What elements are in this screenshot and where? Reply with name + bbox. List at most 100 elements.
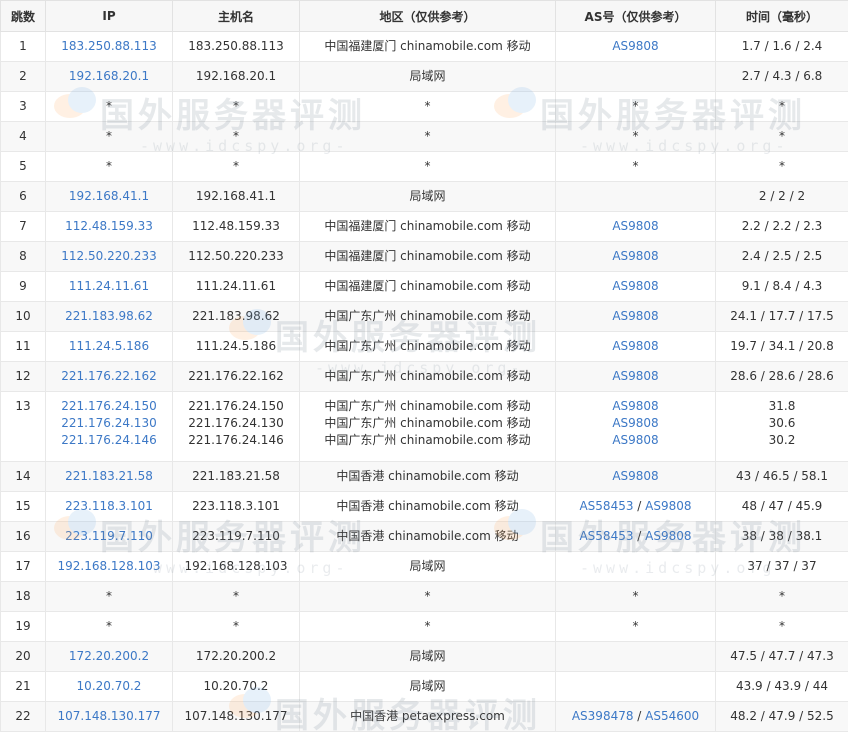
ip-link[interactable]: 111.24.11.61 xyxy=(69,279,149,293)
ip-cell: * xyxy=(46,582,173,612)
region-text: 局域网 xyxy=(409,559,445,573)
region-cell: 中国广东广州 chinamobile.com 移动 xyxy=(300,302,556,332)
ip-unknown: * xyxy=(106,99,112,113)
ip-link[interactable]: 221.176.24.146 xyxy=(46,432,172,449)
ip-link[interactable]: 221.176.22.162 xyxy=(61,369,156,383)
table-row: 20172.20.200.2172.20.200.2局域网47.5 / 47.7… xyxy=(1,642,848,672)
latency-value: 24.1 / 17.7 / 17.5 xyxy=(730,309,834,323)
hostname: * xyxy=(233,129,239,143)
region-text: 中国广东广州 chinamobile.com 移动 xyxy=(300,415,555,432)
ip-link[interactable]: 221.183.98.62 xyxy=(65,309,153,323)
ip-link[interactable]: 10.20.70.2 xyxy=(77,679,142,693)
host-cell: 111.24.5.186 xyxy=(173,332,300,362)
ip-cell[interactable]: 107.148.130.177 xyxy=(46,702,173,732)
as-link[interactable]: AS9808 xyxy=(645,499,691,513)
ip-link[interactable]: 172.20.200.2 xyxy=(69,649,149,663)
as-link[interactable]: AS9808 xyxy=(645,529,691,543)
as-link[interactable]: AS9808 xyxy=(556,432,715,449)
ip-cell[interactable]: 172.20.200.2 xyxy=(46,642,173,672)
ip-link[interactable]: 107.148.130.177 xyxy=(57,709,160,723)
ip-cell[interactable]: 10.20.70.2 xyxy=(46,672,173,702)
ip-link[interactable]: 112.48.159.33 xyxy=(65,219,153,233)
as-cell: AS9808 xyxy=(556,242,716,272)
ip-link[interactable]: 221.176.24.150 xyxy=(46,398,172,415)
as-link[interactable]: AS9808 xyxy=(612,39,658,53)
as-link[interactable]: AS58453 xyxy=(579,499,633,513)
hop-cell: 8 xyxy=(1,242,46,272)
ip-cell: * xyxy=(46,92,173,122)
hostname: 112.48.159.33 xyxy=(192,219,280,233)
ip-link[interactable]: 223.119.7.110 xyxy=(65,529,153,543)
as-link[interactable]: AS9808 xyxy=(556,415,715,432)
ip-link[interactable]: 192.168.20.1 xyxy=(69,69,149,83)
hop-cell: 5 xyxy=(1,152,46,182)
region-cell: 中国香港 chinamobile.com 移动 xyxy=(300,492,556,522)
ip-link[interactable]: 223.118.3.101 xyxy=(65,499,153,513)
time-cell: 9.1 / 8.4 / 4.3 xyxy=(716,272,848,302)
as-cell: AS9808 xyxy=(556,32,716,62)
time-cell: * xyxy=(716,122,848,152)
table-row: 7 112.48.159.33 112.48.159.33 中国福建厦门 chinam… xyxy=(1,212,848,242)
region-cell: 局域网 xyxy=(300,672,556,702)
hop-cell: 3 xyxy=(1,92,46,122)
table-row: 16223.119.7.110223.119.7.110中国香港 chinamo… xyxy=(1,522,848,552)
ip-cell[interactable]: 111.24.5.186 xyxy=(46,332,173,362)
ip-cell[interactable]: 112.48.159.33 xyxy=(46,212,173,242)
hostname: 107.148.130.177 xyxy=(184,709,287,723)
as-link[interactable]: AS9808 xyxy=(556,398,715,415)
time-cell: 48 / 47 / 45.9 xyxy=(716,492,848,522)
ip-cell[interactable]: 192.168.20.1 xyxy=(46,62,173,92)
as-link[interactable]: AS9808 xyxy=(612,469,658,483)
host-cell: 223.119.7.110 xyxy=(173,522,300,552)
ip-unknown: * xyxy=(106,619,112,633)
hostname: * xyxy=(233,589,239,603)
ip-cell[interactable]: 223.118.3.101 xyxy=(46,492,173,522)
as-link[interactable]: AS398478 xyxy=(572,709,634,723)
latency-value: * xyxy=(779,589,785,603)
ip-cell[interactable]: 221.176.22.162 xyxy=(46,362,173,392)
hop-cell: 18 xyxy=(1,582,46,612)
ip-cell[interactable]: 112.50.220.233 xyxy=(46,242,173,272)
ip-link[interactable]: 192.168.128.103 xyxy=(57,559,160,573)
as-link[interactable]: AS9808 xyxy=(612,369,658,383)
as-cell xyxy=(556,182,716,212)
hop-number: 17 xyxy=(15,559,30,573)
hostname: 221.176.24.146 xyxy=(173,432,299,449)
ip-link[interactable]: 221.183.21.58 xyxy=(65,469,153,483)
ip-link[interactable]: 183.250.88.113 xyxy=(61,39,156,53)
as-link[interactable]: AS9808 xyxy=(612,219,658,233)
ip-cell[interactable]: 192.168.128.103 xyxy=(46,552,173,582)
ip-cell[interactable]: 192.168.41.1 xyxy=(46,182,173,212)
as-link[interactable]: AS9808 xyxy=(612,339,658,353)
time-cell: 1.7 / 1.6 / 2.4 xyxy=(716,32,848,62)
ip-link[interactable]: 221.176.24.130 xyxy=(46,415,172,432)
as-cell: AS9808 xyxy=(556,332,716,362)
as-link[interactable]: AS58453 xyxy=(579,529,633,543)
region-cell: * xyxy=(300,152,556,182)
ip-link[interactable]: 111.24.5.186 xyxy=(69,339,149,353)
ip-cell[interactable]: 183.250.88.113 xyxy=(46,32,173,62)
ip-link[interactable]: 192.168.41.1 xyxy=(69,189,149,203)
ip-cell[interactable]: 221.183.98.62 xyxy=(46,302,173,332)
ip-cell[interactable]: 221.183.21.58 xyxy=(46,462,173,492)
header-as: AS号（仅供参考） xyxy=(556,1,716,32)
as-link[interactable]: AS9808 xyxy=(612,249,658,263)
latency-value: 19.7 / 34.1 / 20.8 xyxy=(730,339,834,353)
as-link[interactable]: AS9808 xyxy=(612,279,658,293)
hostname: 223.118.3.101 xyxy=(192,499,280,513)
hostname: 221.183.21.58 xyxy=(192,469,280,483)
table-row: 10221.183.98.62221.183.98.62中国广东广州 china… xyxy=(1,302,848,332)
as-cell: AS58453 / AS9808 xyxy=(556,522,716,552)
region-text: 中国福建厦门 chinamobile.com 移动 xyxy=(324,219,530,233)
hop-number: 7 xyxy=(19,219,27,233)
as-link[interactable]: AS54600 xyxy=(645,709,699,723)
hop-number: 6 xyxy=(19,189,27,203)
latency-value: 28.6 / 28.6 / 28.6 xyxy=(730,369,834,383)
hostname: * xyxy=(233,159,239,173)
ip-cell[interactable]: 111.24.11.61 xyxy=(46,272,173,302)
ip-link[interactable]: 112.50.220.233 xyxy=(61,249,156,263)
as-link[interactable]: AS9808 xyxy=(612,309,658,323)
ip-cell[interactable]: 223.119.7.110 xyxy=(46,522,173,552)
table-row: 9111.24.11.61111.24.11.61中国福建厦门 chinamob… xyxy=(1,272,848,302)
table-header-row: 跳数 IP 主机名 地区（仅供参考） AS号（仅供参考） 时间（毫秒） xyxy=(1,1,848,32)
